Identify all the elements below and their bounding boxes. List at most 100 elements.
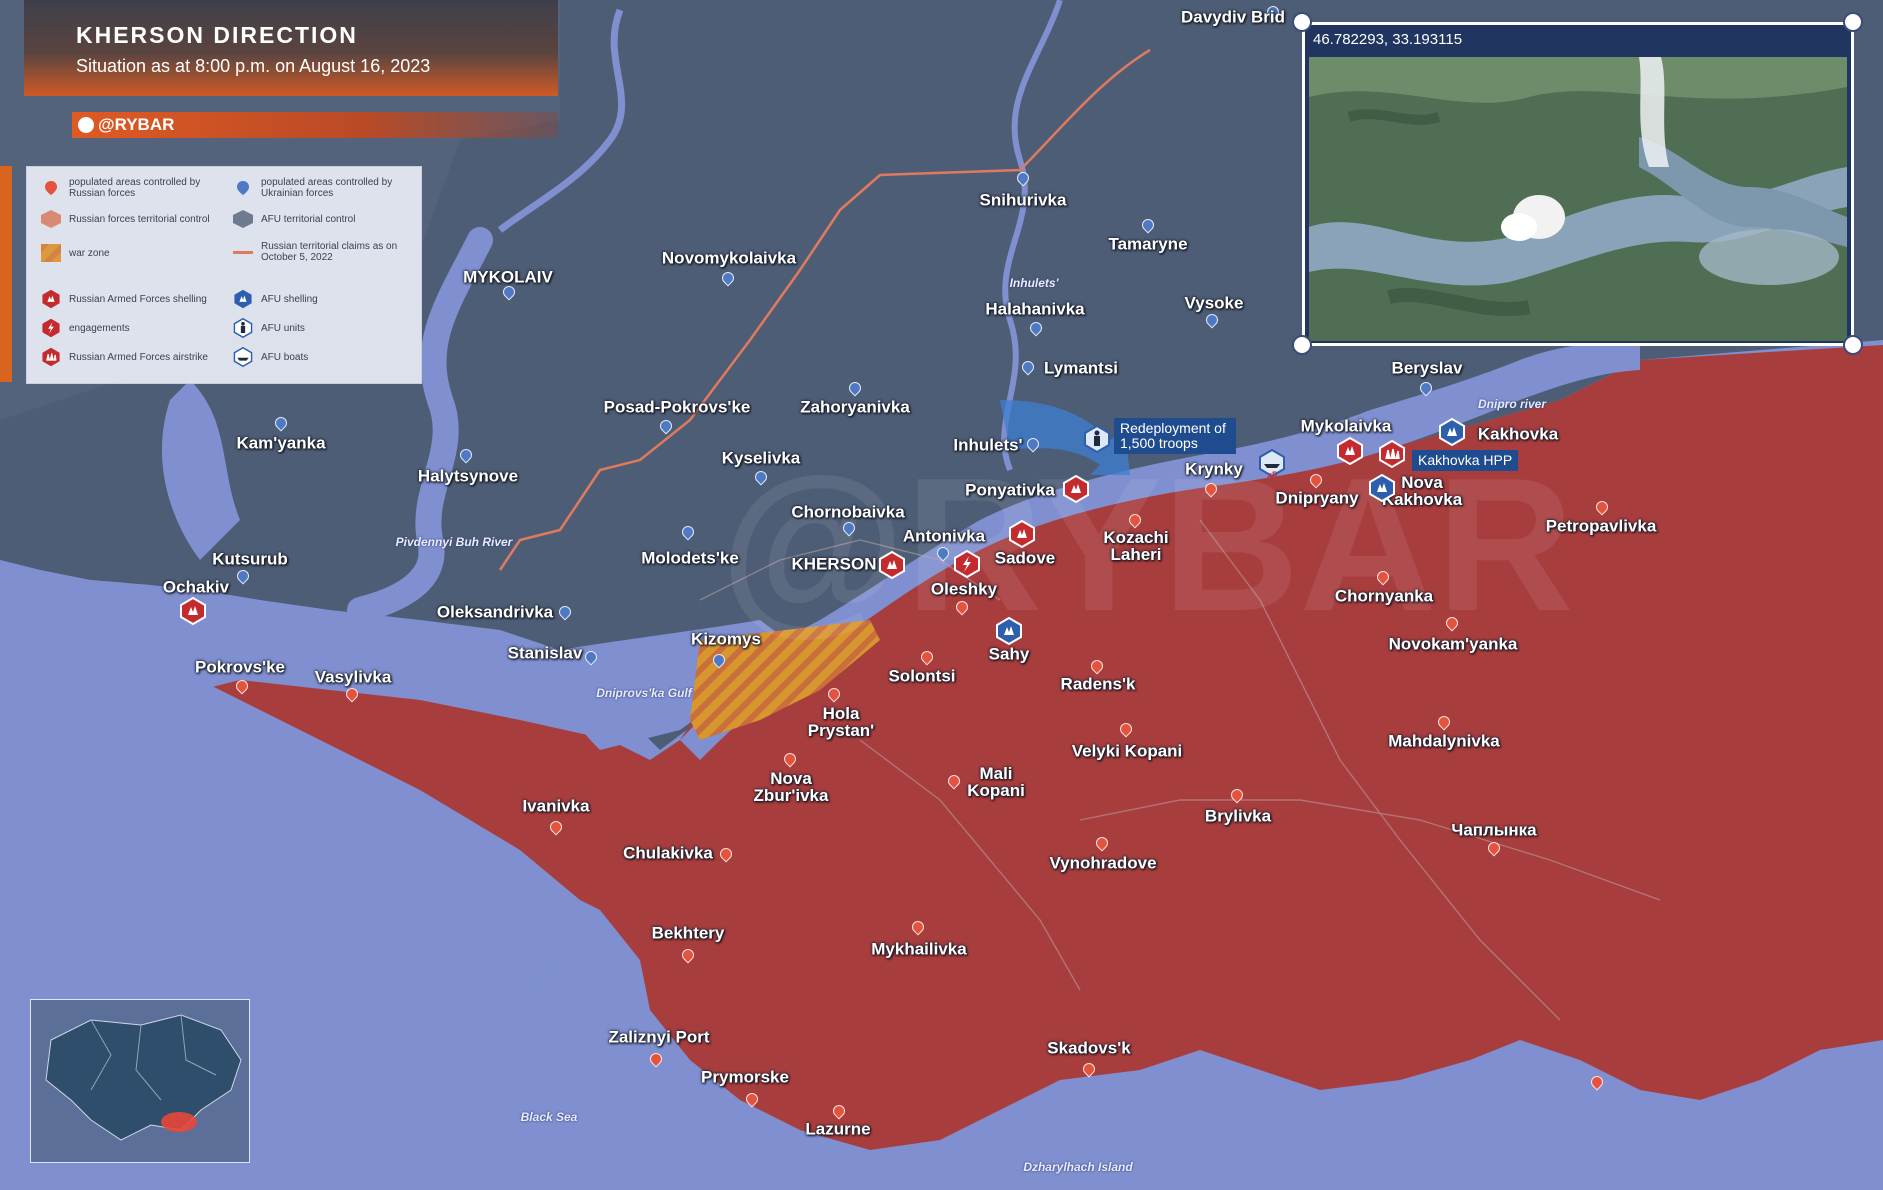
legend-item: engagements	[41, 318, 219, 338]
place-hola-prystan: Hola Prystan'	[807, 704, 875, 740]
place-velyki-kopani: Velyki Kopani	[1071, 741, 1183, 761]
legend-item: AFU boats	[233, 347, 411, 367]
legend-item: war zone	[41, 243, 219, 263]
russian-territory-icon	[41, 209, 61, 229]
afu-boats-icon	[233, 347, 253, 367]
inset-corner-handle[interactable]	[1292, 335, 1312, 355]
legend-item: populated areas controlled by Ukrainian …	[233, 177, 411, 199]
place-zaliznyi-port: Zaliznyi Port	[608, 1027, 710, 1047]
place-inhulets: Inhulets'	[953, 435, 1023, 455]
inset-corner-handle[interactable]	[1292, 12, 1312, 32]
place-bekhtery: Bekhtery	[651, 923, 725, 943]
place-mykolaivka: Mykolaivka	[1300, 416, 1392, 436]
ru-shelling-icon[interactable]	[1062, 475, 1090, 503]
place-kyselivka: Kyselivka	[721, 448, 801, 468]
place-skadovsk: Skadovs'k	[1047, 1038, 1131, 1058]
place-novomykolaivka: Novomykolaivka	[661, 248, 797, 268]
ukrainian-pin-icon	[233, 178, 253, 198]
kakhovka-hpp-label: Kakhovka HPP	[1412, 450, 1519, 471]
place-solontsi: Solontsi	[888, 666, 956, 686]
map-legend: populated areas controlled by Russian fo…	[26, 166, 422, 384]
place-mali-kopani: Mali Kopani	[967, 764, 1025, 800]
ru-shelling-icon[interactable]	[179, 597, 207, 625]
place-halytsynove: Halytsynove	[417, 466, 519, 486]
place-molodetske: Molodets'ke	[641, 548, 739, 568]
redeployment-note: Redeployment of 1,500 troops	[1114, 418, 1236, 454]
ru-shelling-icon	[41, 289, 61, 309]
place-ivanivka: Ivanivka	[522, 796, 590, 816]
place-oleshky: Oleshky	[930, 579, 998, 599]
legend-item: Russian Armed Forces shelling	[41, 289, 219, 309]
place-kutsurub: Kutsurub	[212, 549, 288, 569]
ru-airstrike-icon[interactable]	[1378, 440, 1406, 468]
place-beryslav: Beryslav	[1391, 358, 1463, 378]
place-oleksandrivka: Oleksandrivka	[436, 602, 554, 622]
engagement-icon[interactable]	[953, 550, 981, 578]
place-radensk: Radens'k	[1060, 674, 1136, 694]
place-kozachi-laheri: Kozachi Laheri	[1103, 528, 1169, 564]
place-chaplynka: Чаплынка	[1451, 820, 1537, 840]
place-vysoke: Vysoke	[1184, 293, 1244, 313]
place-snihurivka: Snihurivka	[979, 190, 1067, 210]
place-ochakiv: Ochakiv	[162, 577, 230, 597]
water-label-pivdennyi-buh: Pivdennyi Buh River	[395, 535, 513, 549]
title-banner: KHERSON DIRECTION Situation as at 8:00 p…	[24, 0, 558, 96]
ru-shelling-icon[interactable]	[878, 551, 906, 579]
afu-units-icon[interactable]	[1083, 425, 1111, 453]
place-krynky: Krynky	[1185, 459, 1243, 479]
inset-corner-handle[interactable]	[1843, 12, 1863, 32]
water-label-dzharylhach: Dzharylhach Island	[1023, 1160, 1133, 1174]
place-chornobaivka: Chornobaivka	[791, 502, 905, 522]
legend-item: Russian forces territorial control	[41, 209, 219, 229]
afu-shelling-icon[interactable]	[995, 617, 1023, 645]
ru-shelling-icon[interactable]	[1336, 437, 1364, 465]
place-kakhovka: Kakhovka	[1477, 424, 1559, 444]
place-mykolaiv: MYKOLAIV	[463, 267, 553, 287]
inset-image	[1309, 57, 1847, 341]
place-zahoryanivka: Zahoryanivka	[800, 397, 910, 417]
inset-corner-handle[interactable]	[1843, 335, 1863, 355]
water-label-dnipro: Dnipro river	[1477, 397, 1547, 411]
engagement-icon	[41, 318, 61, 338]
place-sadove: Sadove	[994, 548, 1056, 568]
place-chornyanka: Chornyanka	[1334, 586, 1434, 606]
place-antonivka: Antonivka	[902, 526, 986, 546]
place-vynohradove: Vynohradove	[1049, 853, 1157, 873]
ukraine-outline-icon	[31, 1000, 249, 1162]
place-kizomys: Kizomys	[691, 629, 761, 649]
legend-item: populated areas controlled by Russian fo…	[41, 177, 219, 199]
place-mahdalynivka: Mahdalynivka	[1388, 731, 1500, 751]
place-vasylivka: Vasylivka	[314, 667, 392, 687]
place-mykhailivka: Mykhailivka	[871, 939, 967, 959]
place-posad-pokrovske: Posad-Pokrovs'ke	[603, 397, 751, 417]
place-tamaryne: Tamaryne	[1108, 234, 1188, 254]
legend-item: AFU units	[233, 318, 411, 338]
afu-territory-icon	[233, 209, 253, 229]
legend-item: AFU territorial control	[233, 209, 411, 229]
afu-shelling-icon	[233, 289, 253, 309]
place-lymantsi: Lymantsi	[1043, 358, 1119, 378]
boat-count-label: x5	[1267, 470, 1278, 480]
water-label-black-sea: Black Sea	[520, 1110, 578, 1124]
legend-item: Russian territorial claims as on October…	[233, 241, 411, 263]
russian-pin-icon	[41, 178, 61, 198]
place-davydiv-brid: Davydiv Brid	[1181, 7, 1285, 27]
legend-item: AFU shelling	[233, 289, 411, 309]
page-subtitle: Situation as at 8:00 p.m. on August 16, …	[76, 56, 431, 76]
channel-handle-bar[interactable]: @RYBAR	[72, 112, 558, 138]
place-ponyativka: Ponyativka	[965, 480, 1055, 500]
afu-shelling-icon[interactable]	[1438, 418, 1466, 446]
ru-airstrike-icon	[41, 347, 61, 367]
afu-shelling-icon[interactable]	[1368, 474, 1396, 502]
telegram-icon	[78, 117, 94, 133]
place-petropavlivka: Petropavlivka	[1545, 516, 1657, 536]
place-dnipryany: Dnipryany	[1275, 488, 1359, 508]
ru-shelling-icon[interactable]	[1008, 520, 1036, 548]
war-zone-icon	[41, 243, 61, 263]
place-stanislav: Stanislav	[507, 643, 583, 663]
claim-line-icon	[233, 242, 253, 262]
satellite-inset[interactable]: 46.782293, 33.193115	[1302, 22, 1854, 346]
place-kherson: KHERSON	[791, 554, 877, 574]
place-brylivka: Brylivka	[1204, 806, 1272, 826]
map-root: @RYBAR Pivdennyi Buh River Inhulets' Dni…	[0, 0, 1883, 1190]
